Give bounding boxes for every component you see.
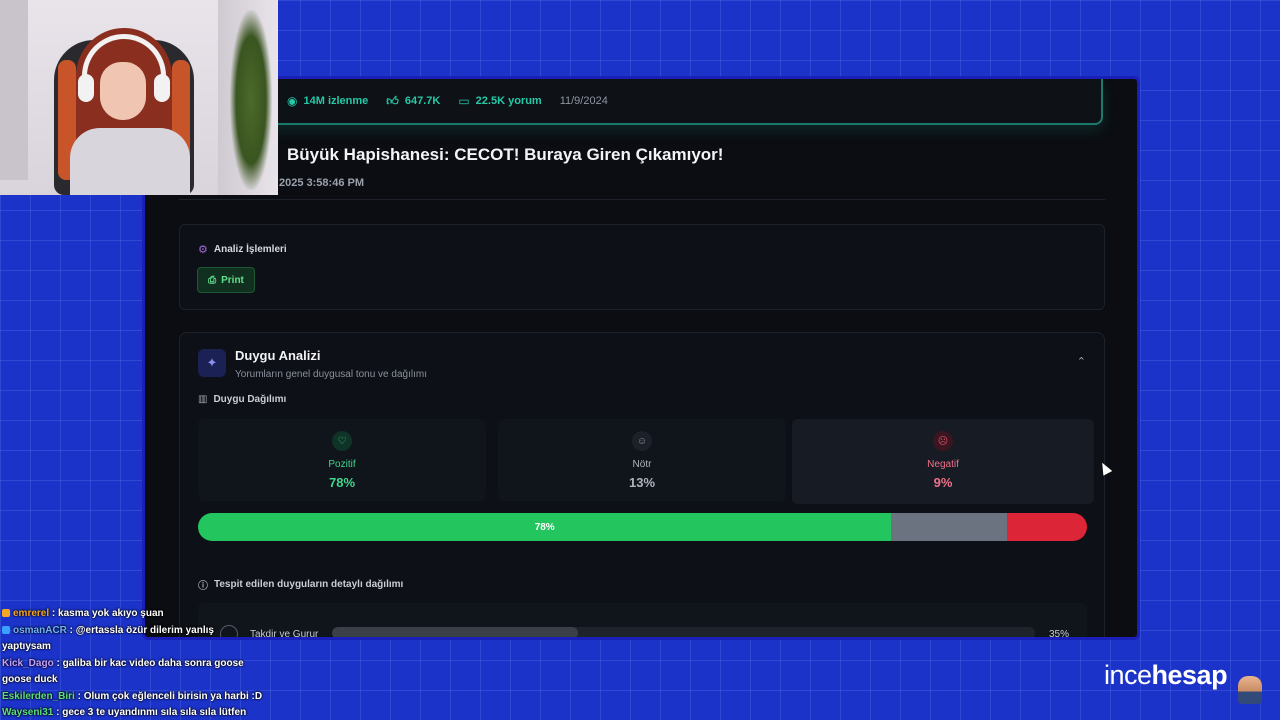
sparkles-icon: ✦ xyxy=(198,349,226,377)
emotion-track xyxy=(332,627,1035,637)
neutral-label: Nötr xyxy=(632,459,652,470)
heart-icon: ♡ xyxy=(332,431,352,451)
chat-separator: : xyxy=(49,608,59,619)
chat-badge-icon xyxy=(2,609,10,617)
chat-message: osmanACR : @ertassla özür dilerim yanlış… xyxy=(2,623,264,656)
brand-avatar xyxy=(1238,676,1262,704)
webcam-plant xyxy=(230,10,272,190)
thumbs-up-icon: 👍︎ xyxy=(386,93,399,108)
emotion-fill xyxy=(332,627,579,637)
negative-value: 9% xyxy=(933,475,953,490)
chat-username[interactable]: Eskilerden_Biri xyxy=(2,691,75,702)
comment-icon: ▭ xyxy=(458,94,470,108)
chevron-up-icon[interactable]: ⌃ xyxy=(1077,355,1086,368)
chat-separator: : xyxy=(74,690,84,702)
chat-message: Eskilerden_Biri : Olum çok eğlenceli bir… xyxy=(2,689,264,706)
chat-username[interactable]: Kick_Dago xyxy=(2,658,54,669)
brand-logo: incehesap xyxy=(1104,660,1228,691)
neutral-face-icon: ☺ xyxy=(632,431,652,451)
print-button-label: Print xyxy=(221,274,244,286)
chat-separator: : xyxy=(53,707,63,718)
chat-separator: : xyxy=(66,624,76,636)
publish-date: 11/9/2024 xyxy=(560,95,608,107)
distribution-heading-text: Duygu Dağılımı xyxy=(213,394,287,405)
actions-card: ⚙ Analiz İşlemleri ⎙ Print xyxy=(179,224,1105,310)
video-stats-bar: ◉ 14M izlenme 👍︎ 647.7K ▭ 22.5K yorum 11… xyxy=(145,79,1103,125)
neutral-segment xyxy=(891,513,1007,541)
page-title: Büyük Hapishanesi: CECOT! Buraya Giren Ç… xyxy=(287,145,724,164)
brand-part-2: hesap xyxy=(1151,660,1228,690)
views-stat: ◉ 14M izlenme xyxy=(287,94,368,108)
webcam-shelf xyxy=(0,0,28,180)
emotion-row: Takdir ve Gurur 35% xyxy=(198,603,1087,640)
chat-separator: : xyxy=(53,657,63,669)
actions-heading: ⚙ Analiz İşlemleri xyxy=(198,243,287,256)
sentiment-subtitle: Yorumların genel duygusal tonu ve dağılı… xyxy=(235,369,427,380)
webcam-headset-ear xyxy=(78,74,94,102)
print-button[interactable]: ⎙ Print xyxy=(197,267,255,293)
sad-face-icon: ☹ xyxy=(933,431,953,451)
chat-message: emrerel : kasma yok akıyo şuan xyxy=(2,606,264,623)
comments-count: 22.5K yorum xyxy=(475,95,542,107)
positive-tile: ♡ Pozitif 78% xyxy=(198,419,486,501)
chat-text: kasma yok akıyo şuan xyxy=(58,608,164,619)
webcam-person-body xyxy=(70,128,190,195)
distribution-heading: ▥ Duygu Dağılımı xyxy=(198,394,286,405)
divider xyxy=(179,199,1105,200)
publish-date-text: 11/9/2024 xyxy=(559,95,608,107)
bar-chart-icon: ▥ xyxy=(198,394,208,405)
negative-segment xyxy=(1006,513,1087,541)
sentiment-title: Duygu Analizi xyxy=(235,348,321,363)
webcam-overlay xyxy=(0,0,278,195)
views-count: 14M izlenme xyxy=(303,95,369,107)
chat-message: Wayseni31 : gece 3 te uyandınmı sıla sıl… xyxy=(2,705,264,720)
positive-segment-label: 78% xyxy=(534,521,555,533)
emotions-heading-text: Tespit edilen duyguların detaylı dağılım… xyxy=(214,579,404,590)
settings-icon: ⚙ xyxy=(198,244,208,256)
chat-text: Olum çok eğlenceli birisin ya harbi :D xyxy=(83,690,263,702)
positive-segment: 78% xyxy=(198,513,892,541)
chat-username[interactable]: Wayseni31 xyxy=(2,707,53,718)
webcam-headset-ear xyxy=(154,74,170,102)
analysis-date: 2025 3:58:46 PM xyxy=(279,177,364,189)
app-window: ◉ 14M izlenme 👍︎ 647.7K ▭ 22.5K yorum 11… xyxy=(142,76,1140,640)
chat-message: Kick_Dago : galiba bir kac video daha so… xyxy=(2,656,264,689)
sentiment-bar: 78% xyxy=(198,513,1087,541)
chat-username[interactable]: emrerel xyxy=(13,608,49,619)
emotion-value: 35% xyxy=(1049,629,1070,640)
brand-part-1: ince xyxy=(1104,660,1152,690)
printer-icon: ⎙ xyxy=(208,274,217,286)
likes-stat: 👍︎ 647.7K xyxy=(386,94,440,109)
chat-badge-icon xyxy=(2,625,10,634)
positive-label: Pozitif xyxy=(328,459,356,470)
likes-count: 647.7K xyxy=(404,95,441,107)
chat-username[interactable]: osmanACR xyxy=(13,625,67,636)
neutral-tile: ☺ Nötr 13% xyxy=(498,419,786,501)
negative-tile[interactable]: ☹ Negatif 9% xyxy=(792,419,1094,504)
positive-value: 78% xyxy=(328,475,356,490)
emotions-heading: ⓘ Tespit edilen duyguların detaylı dağıl… xyxy=(198,577,403,592)
actions-heading-text: Analiz İşlemleri xyxy=(213,244,287,255)
eye-icon: ◉ xyxy=(287,94,298,108)
info-icon: ⓘ xyxy=(198,581,208,592)
chat-overlay: emrerel : kasma yok akıyo şuan osmanACR :… xyxy=(2,606,264,720)
sentiment-card: ✦ Duygu Analizi Yorumların genel duygusa… xyxy=(179,332,1105,640)
comments-stat: ▭ 22.5K yorum xyxy=(458,94,541,108)
negative-label: Negatif xyxy=(927,459,959,470)
neutral-value: 13% xyxy=(628,475,656,490)
